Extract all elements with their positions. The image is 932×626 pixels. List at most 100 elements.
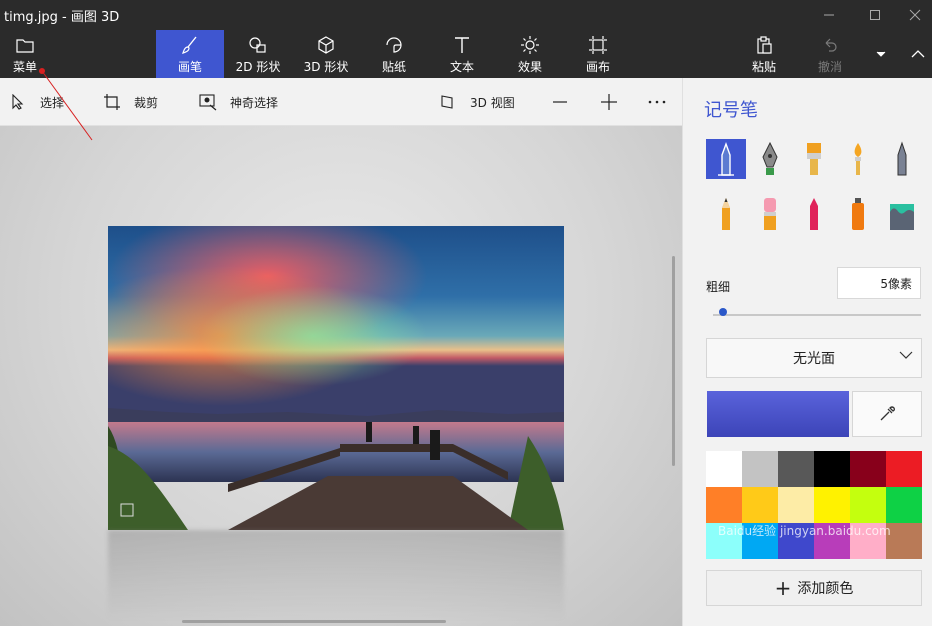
clipboard-icon [753, 34, 775, 56]
tab-brushes[interactable]: 画笔 [156, 30, 224, 78]
horizontal-scrollbar[interactable] [182, 620, 446, 623]
image-reflection [108, 530, 564, 620]
pixel-pen-icon [897, 141, 907, 176]
crop-button[interactable]: 裁剪 [102, 78, 158, 126]
brush-spray-can[interactable] [838, 194, 878, 234]
minimize-icon [824, 14, 834, 16]
brush-calligraphy-pen[interactable] [750, 139, 790, 179]
magic-select-button[interactable]: 神奇选择 [198, 78, 278, 126]
more-options-button[interactable] [648, 78, 666, 126]
finish-dropdown[interactable]: 无光面 [706, 338, 922, 378]
tab-stickers[interactable]: 贴纸 [360, 30, 428, 78]
magic-select-label: 神奇选择 [230, 95, 279, 110]
color-palette [706, 451, 922, 581]
ellipsis-icon [648, 100, 666, 104]
tab-canvas[interactable]: 画布 [564, 30, 632, 78]
brush-marker[interactable] [706, 139, 746, 179]
add-color-label: 添加颜色 [797, 581, 854, 597]
undo-button[interactable]: 撤消 [796, 30, 864, 78]
tab-effects[interactable]: 效果 [496, 30, 564, 78]
color-swatch[interactable] [742, 487, 778, 523]
tab-label: 画布 [585, 59, 610, 74]
canvas-image[interactable] [108, 226, 564, 530]
undo-label: 撤消 [817, 59, 842, 74]
collapse-ribbon-button[interactable] [904, 30, 932, 78]
brush-pencil[interactable] [706, 194, 746, 234]
close-button[interactable] [898, 0, 932, 30]
select-button[interactable]: 选择 [8, 78, 64, 126]
current-color-swatch[interactable] [707, 391, 849, 437]
tab-label: 效果 [517, 59, 542, 74]
tab-label: 贴纸 [381, 59, 406, 74]
color-swatch[interactable] [814, 451, 850, 487]
vertical-scrollbar[interactable] [672, 256, 675, 466]
color-swatch[interactable] [886, 487, 922, 523]
color-swatch[interactable] [778, 451, 814, 487]
zoom-out-button[interactable] [552, 78, 568, 126]
brush-watercolor[interactable] [838, 139, 878, 179]
window-title: timg.jpg - 画图 3D [4, 10, 120, 25]
canvas-area[interactable] [0, 126, 682, 626]
color-swatch[interactable] [850, 487, 886, 523]
ribbon: 菜单 画笔 2D 形状 3D 形状 贴纸 文本 效果 画布 粘贴 撤消 [0, 30, 932, 78]
color-swatch[interactable] [742, 451, 778, 487]
watermark: Baidu经验 jingyan.baidu.com [718, 524, 891, 538]
eyedropper-button[interactable] [852, 391, 922, 437]
brush-oil[interactable] [794, 139, 834, 179]
menu-button[interactable]: 菜单 [0, 30, 50, 78]
brush-fill[interactable] [882, 194, 922, 234]
tab-label: 画笔 [177, 59, 202, 74]
oil-brush-icon [807, 143, 821, 175]
sticker-icon [383, 34, 405, 56]
color-swatch[interactable] [706, 451, 742, 487]
tab-label: 文本 [449, 59, 474, 74]
chevron-up-icon [911, 50, 925, 58]
2d-shapes-icon [247, 34, 269, 56]
menu-label: 菜单 [12, 59, 37, 74]
thickness-slider-track[interactable] [713, 314, 921, 316]
brush-panel: 记号笔 粗细 5像素 无光面 + 添加颜色 [682, 78, 932, 626]
maximize-button[interactable] [852, 0, 898, 30]
minimize-button[interactable] [806, 0, 852, 30]
brush-pixel-pen[interactable] [882, 139, 922, 179]
color-swatch[interactable] [850, 451, 886, 487]
add-color-button[interactable]: + 添加颜色 [706, 570, 922, 606]
sub-toolbar: 选择 裁剪 神奇选择 3D 视图 [0, 78, 682, 126]
tab-text[interactable]: 文本 [428, 30, 496, 78]
crayon-icon [810, 198, 818, 230]
undo-icon [819, 34, 841, 56]
color-swatch[interactable] [778, 487, 814, 523]
color-swatch[interactable] [886, 523, 922, 559]
tab-2d-shapes[interactable]: 2D 形状 [224, 30, 292, 78]
watercolor-icon [854, 143, 862, 175]
select-label: 选择 [40, 95, 65, 110]
brush-eraser[interactable] [750, 194, 790, 234]
tab-3d-shapes[interactable]: 3D 形状 [292, 30, 360, 78]
zoom-in-button[interactable] [600, 78, 618, 126]
thickness-input[interactable]: 5像素 [837, 267, 921, 299]
pencil-icon [722, 198, 730, 230]
tab-label: 3D 形状 [303, 59, 349, 74]
minus-icon [553, 101, 567, 103]
more-dropdown-button[interactable] [868, 30, 894, 78]
chevron-down-icon [899, 351, 913, 359]
paste-label: 粘贴 [751, 59, 776, 74]
paste-button[interactable]: 粘贴 [730, 30, 798, 78]
sun-icon [519, 34, 541, 56]
magic-select-icon [198, 92, 218, 112]
text-icon [451, 34, 473, 56]
color-swatch[interactable] [886, 451, 922, 487]
spray-can-icon [852, 198, 864, 230]
crop-icon [102, 92, 122, 112]
calligraphy-pen-icon [762, 141, 778, 175]
3d-view-button[interactable]: 3D 视图 [438, 78, 515, 126]
eyedropper-icon [880, 406, 895, 421]
chevron-down-icon [876, 51, 886, 57]
eraser-icon [764, 198, 776, 230]
marker-icon [718, 141, 734, 176]
brush-crayon[interactable] [794, 194, 834, 234]
finish-value: 无光面 [793, 351, 835, 367]
3d-view-icon [438, 92, 458, 112]
color-swatch[interactable] [706, 487, 742, 523]
color-swatch[interactable] [814, 487, 850, 523]
